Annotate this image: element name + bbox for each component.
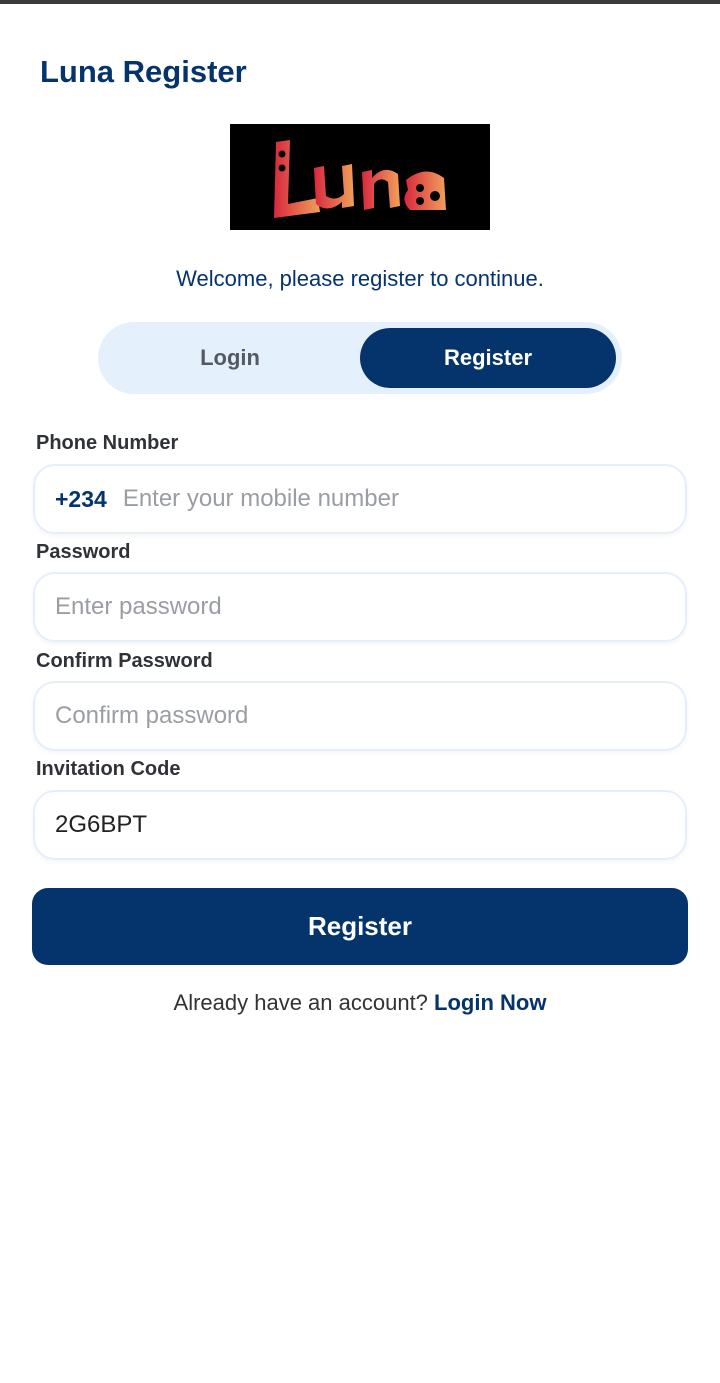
password-field-container bbox=[33, 572, 687, 642]
invitation-code-input[interactable] bbox=[55, 811, 665, 839]
luna-logo bbox=[230, 124, 490, 230]
login-prompt: Already have an account? Login Now bbox=[0, 990, 720, 1016]
auth-mode-toggle: Login Register bbox=[98, 322, 622, 394]
register-page: Luna Register Welcome, please register t… bbox=[0, 0, 720, 1383]
confirm-password-field-container bbox=[33, 681, 687, 751]
password-input[interactable] bbox=[55, 593, 665, 621]
phone-number-input[interactable] bbox=[122, 485, 665, 513]
phone-number-label: Phone Number bbox=[36, 432, 179, 454]
invitation-code-label: Invitation Code bbox=[36, 758, 181, 780]
confirm-password-input[interactable] bbox=[55, 702, 665, 730]
login-prompt-text: Already have an account? bbox=[173, 990, 428, 1015]
luna-logo-icon bbox=[274, 140, 446, 218]
tab-register[interactable]: Register bbox=[360, 328, 616, 388]
confirm-password-label: Confirm Password bbox=[36, 650, 213, 672]
welcome-message: Welcome, please register to continue. bbox=[176, 266, 544, 291]
password-label: Password bbox=[36, 541, 131, 563]
phone-number-field-container: +234 bbox=[33, 464, 687, 534]
login-now-link[interactable]: Login Now bbox=[434, 990, 546, 1015]
tab-login[interactable]: Login bbox=[102, 328, 358, 388]
register-button[interactable]: Register bbox=[32, 888, 688, 965]
invitation-code-field-container bbox=[33, 790, 687, 860]
page-title: Luna Register bbox=[40, 54, 247, 89]
country-code-prefix: +234 bbox=[55, 485, 107, 512]
